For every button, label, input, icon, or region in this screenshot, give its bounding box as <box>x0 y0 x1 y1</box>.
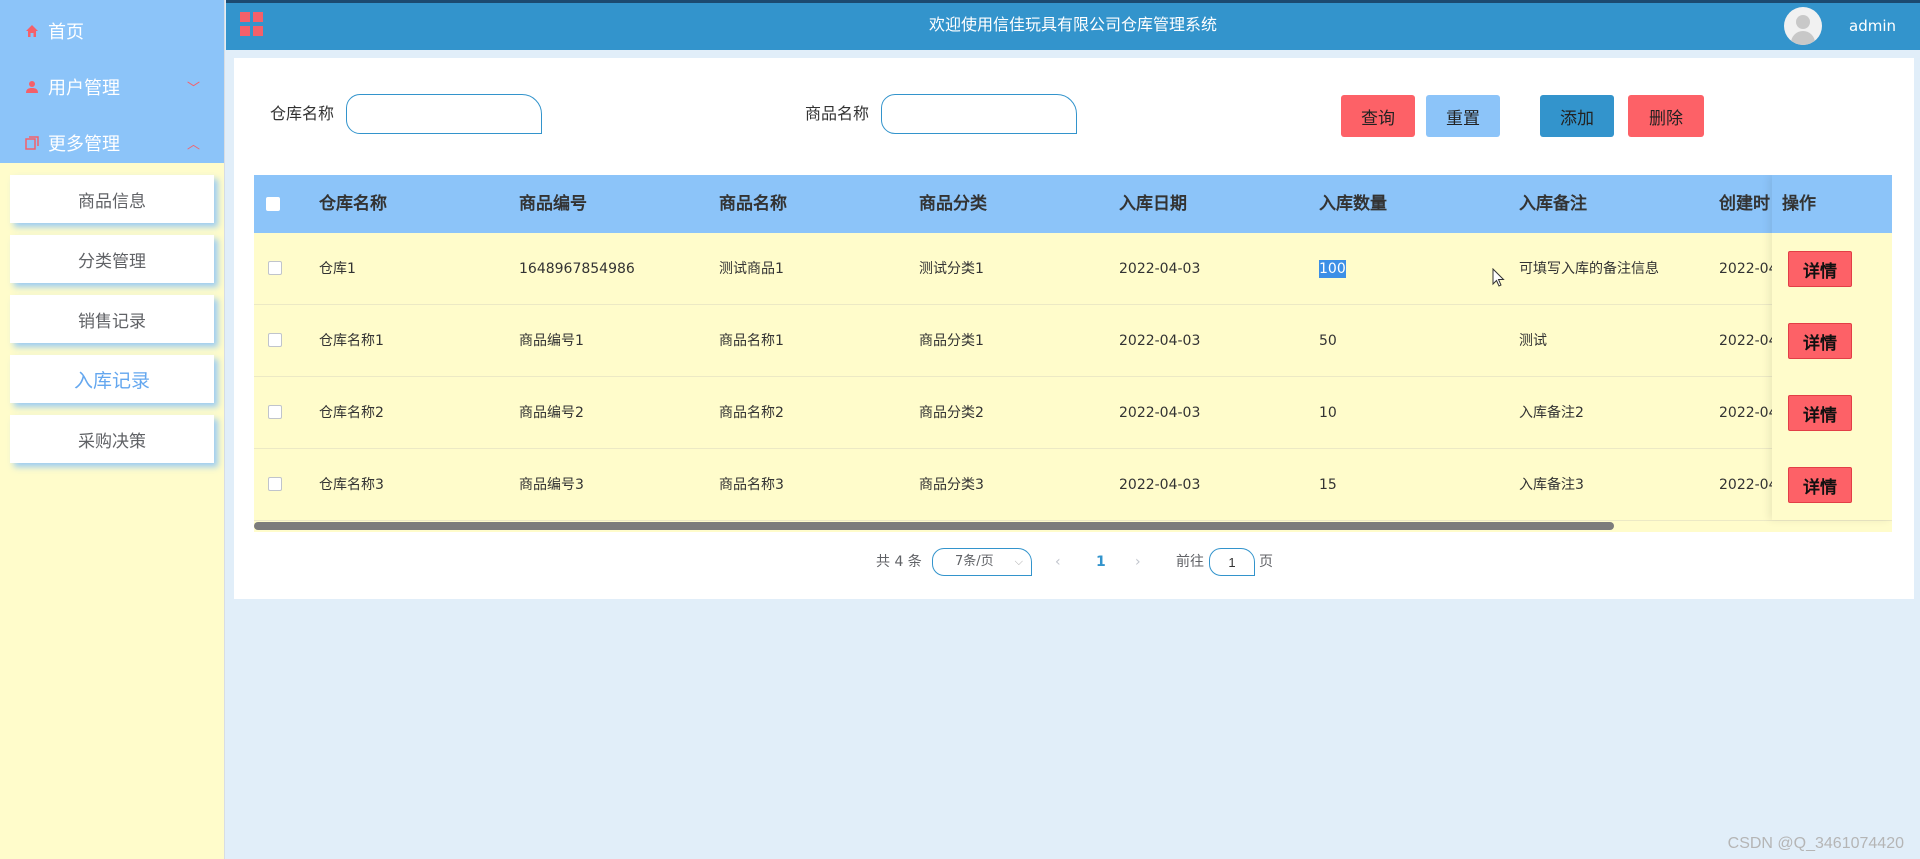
product-name-input[interactable] <box>881 94 1077 134</box>
chevron-up-icon: ︿ <box>186 137 200 153</box>
cell-remark: 测试 <box>1519 333 1547 349</box>
sidebar-item-purchase-decision[interactable]: 采购决策 <box>10 415 214 463</box>
cell-name: 测试商品1 <box>719 261 784 277</box>
cell-qty: 15 <box>1319 477 1337 493</box>
cell-name: 商品名称1 <box>719 333 784 349</box>
column-header-actions: 操作 <box>1772 175 1892 233</box>
cell-warehouse: 仓库1 <box>319 261 356 277</box>
cell-warehouse: 仓库名称1 <box>319 333 384 349</box>
total-count: 共 4 条 <box>876 554 922 570</box>
detail-button[interactable]: 详情 <box>1788 395 1852 431</box>
sidebar-item-user-management[interactable]: 用户管理 ﹀ <box>0 59 224 115</box>
table-row[interactable]: 仓库名称2 商品编号2 商品名称2 商品分类2 2022-04-03 10 入库… <box>254 377 1892 449</box>
column-header-qty[interactable]: 入库数量 <box>1319 175 1387 233</box>
actions-column: 操作 详情 详情 详情 详情 <box>1772 175 1892 520</box>
warehouse-name-input[interactable] <box>346 94 542 134</box>
cell-date: 2022-04-03 <box>1119 333 1201 349</box>
column-header-code[interactable]: 商品编号 <box>519 175 587 233</box>
select-all-checkbox[interactable] <box>266 197 280 211</box>
cell-qty: 100 <box>1319 233 1346 305</box>
warehouse-name-label: 仓库名称 <box>270 104 335 123</box>
cell-qty: 50 <box>1319 333 1337 349</box>
watermark: CSDN @Q_3461074420 <box>1727 835 1904 852</box>
cell-remark: 入库备注3 <box>1519 477 1584 493</box>
product-name-label: 商品名称 <box>805 104 870 123</box>
cell-qty: 10 <box>1319 405 1337 421</box>
cell-warehouse: 仓库名称2 <box>319 405 384 421</box>
chevron-down-icon: ⌵ <box>1014 555 1023 568</box>
cell-category: 商品分类3 <box>919 477 984 493</box>
cell-remark: 入库备注2 <box>1519 405 1584 421</box>
main-panel: 仓库名称 商品名称 查询 重置 添加 删除 仓库名称 商品编号 商品名称 商品分… <box>234 58 1914 599</box>
table-row[interactable]: 仓库名称1 商品编号1 商品名称1 商品分类1 2022-04-03 50 测试… <box>254 305 1892 377</box>
sidebar-item-label: 用户管理 <box>48 78 120 99</box>
cell-code: 商品编号1 <box>519 333 584 349</box>
cell-category: 商品分类2 <box>919 405 984 421</box>
column-header-created[interactable]: 创建时 <box>1719 175 1770 233</box>
sidebar-item-label: 首页 <box>48 22 84 43</box>
row-checkbox[interactable] <box>268 477 282 491</box>
horizontal-scrollbar[interactable] <box>254 522 1614 530</box>
column-header-date[interactable]: 入库日期 <box>1119 175 1187 233</box>
home-icon <box>24 23 40 39</box>
page-title: 欢迎使用信佳玩具有限公司仓库管理系统 <box>928 15 1217 34</box>
username[interactable]: admin <box>1849 3 1896 49</box>
cell-date: 2022-04-03 <box>1119 477 1201 493</box>
goto-label: 前往 <box>1176 554 1204 570</box>
copy-icon <box>24 135 40 151</box>
add-button[interactable]: 添加 <box>1540 95 1614 137</box>
table-header: 仓库名称 商品编号 商品名称 商品分类 入库日期 入库数量 入库备注 创建时 <box>254 175 1892 233</box>
row-checkbox[interactable] <box>268 261 282 275</box>
cell-warehouse: 仓库名称3 <box>319 477 384 493</box>
pagination: 共 4 条 7条/页 ⌵ ‹ 1 › 前往 页 <box>234 548 1914 576</box>
reset-button[interactable]: 重置 <box>1426 95 1500 137</box>
selected-text: 100 <box>1319 260 1346 278</box>
column-header-remark[interactable]: 入库备注 <box>1519 175 1587 233</box>
row-checkbox[interactable] <box>268 333 282 347</box>
sidebar-item-inbound-records[interactable]: 入库记录 <box>10 355 214 403</box>
cell-category: 测试分类1 <box>919 261 984 277</box>
column-header-warehouse[interactable]: 仓库名称 <box>319 175 387 233</box>
detail-button[interactable]: 详情 <box>1788 467 1852 503</box>
delete-button[interactable]: 删除 <box>1628 95 1704 137</box>
detail-button[interactable]: 详情 <box>1788 251 1852 287</box>
cell-date: 2022-04-03 <box>1119 405 1201 421</box>
page-number-current[interactable]: 1 <box>1096 548 1106 576</box>
cell-name: 商品名称2 <box>719 405 784 421</box>
cell-code: 商品编号3 <box>519 477 584 493</box>
cell-code: 商品编号2 <box>519 405 584 421</box>
sidebar-submenu: 商品信息 分类管理 销售记录 入库记录 采购决策 <box>0 163 224 463</box>
column-header-name[interactable]: 商品名称 <box>719 175 787 233</box>
cell-code: 1648967854986 <box>519 261 635 277</box>
data-table: 仓库名称 商品编号 商品名称 商品分类 入库日期 入库数量 入库备注 创建时 仓… <box>254 175 1892 532</box>
sidebar-menu: 首页 用户管理 ﹀ 更多管理 ︿ <box>0 0 224 163</box>
top-bar: 欢迎使用信佳玩具有限公司仓库管理系统 admin <box>226 0 1920 50</box>
table-row[interactable]: 仓库1 1648967854986 测试商品1 测试分类1 2022-04-03… <box>254 233 1892 305</box>
page-size-select[interactable]: 7条/页 ⌵ <box>932 548 1032 576</box>
avatar[interactable] <box>1784 7 1822 45</box>
next-page-button[interactable]: › <box>1135 548 1141 576</box>
prev-page-button[interactable]: ‹ <box>1055 548 1061 576</box>
chevron-down-icon: ﹀ <box>186 81 200 97</box>
row-checkbox[interactable] <box>268 405 282 419</box>
cell-category: 商品分类1 <box>919 333 984 349</box>
sidebar-item-product-info[interactable]: 商品信息 <box>10 175 214 223</box>
sidebar-item-home[interactable]: 首页 <box>0 3 224 59</box>
sidebar-item-sales-records[interactable]: 销售记录 <box>10 295 214 343</box>
detail-button[interactable]: 详情 <box>1788 323 1852 359</box>
table-row[interactable]: 仓库名称3 商品编号3 商品名称3 商品分类3 2022-04-03 15 入库… <box>254 449 1892 521</box>
sidebar: 首页 用户管理 ﹀ 更多管理 ︿ 商品信息 分类管理 销售记录 入库记录 采购决… <box>0 0 225 859</box>
cell-name: 商品名称3 <box>719 477 784 493</box>
query-button[interactable]: 查询 <box>1341 95 1415 137</box>
column-header-category[interactable]: 商品分类 <box>919 175 987 233</box>
user-icon <box>24 79 40 95</box>
sidebar-item-category-management[interactable]: 分类管理 <box>10 235 214 283</box>
cell-date: 2022-04-03 <box>1119 261 1201 277</box>
cell-remark: 可填写入库的备注信息 <box>1519 261 1659 277</box>
goto-suffix: 页 <box>1259 554 1273 570</box>
page-size-value: 7条/页 <box>955 554 994 569</box>
sidebar-item-more-management[interactable]: 更多管理 ︿ <box>0 115 224 171</box>
goto-page-input[interactable] <box>1209 548 1255 576</box>
sidebar-item-label: 更多管理 <box>48 134 120 155</box>
